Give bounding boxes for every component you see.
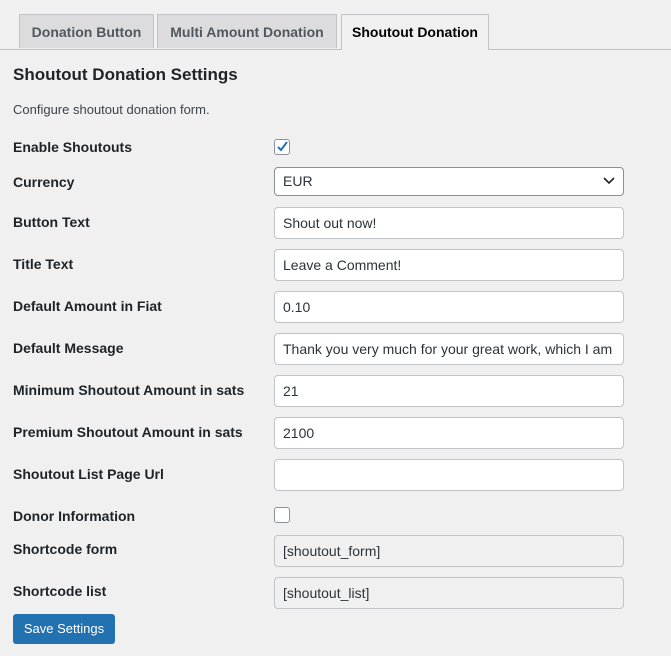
currency-value: EUR: [283, 173, 313, 189]
premium-amount-input[interactable]: 2100: [274, 417, 624, 449]
shortcode-list-label: Shortcode list: [13, 583, 107, 599]
enable-shoutouts-label: Enable Shoutouts: [13, 139, 132, 155]
list-page-url-input[interactable]: [274, 459, 624, 491]
default-message-label: Default Message: [13, 340, 124, 356]
default-amount-input[interactable]: 0.10: [274, 291, 624, 323]
min-amount-label: Minimum Shoutout Amount in sats: [13, 382, 245, 398]
premium-amount-label: Premium Shoutout Amount in sats: [13, 424, 243, 440]
currency-select[interactable]: EUR: [274, 167, 624, 196]
tab-shoutout-donation[interactable]: Shoutout Donation: [341, 14, 489, 50]
donor-info-label: Donor Information: [13, 508, 136, 524]
min-amount-input[interactable]: 21: [274, 375, 624, 407]
save-settings-button[interactable]: Save Settings: [13, 614, 115, 644]
currency-label: Currency: [13, 174, 75, 190]
checkmark-icon: [277, 141, 288, 152]
page-description: Configure shoutout donation form.: [13, 102, 210, 117]
page-title: Shoutout Donation Settings: [13, 65, 238, 84]
tab-bar: Donation Button Multi Amount Donation Sh…: [0, 0, 671, 50]
list-page-url-label: Shoutout List Page Url: [13, 466, 164, 482]
tab-multi-amount-donation[interactable]: Multi Amount Donation: [157, 14, 337, 48]
enable-shoutouts-checkbox[interactable]: [274, 139, 290, 155]
default-message-input[interactable]: Thank you very much for your great work,…: [274, 333, 624, 365]
button-text-label: Button Text: [13, 214, 90, 230]
shortcode-form-field[interactable]: [shoutout_form]: [274, 535, 624, 567]
shortcode-list-field[interactable]: [shoutout_list]: [274, 577, 624, 609]
chevron-down-icon: [603, 177, 615, 185]
donor-info-checkbox[interactable]: [274, 507, 290, 523]
button-text-input[interactable]: Shout out now!: [274, 207, 624, 239]
tab-donation-button[interactable]: Donation Button: [19, 14, 154, 48]
title-text-input[interactable]: Leave a Comment!: [274, 249, 624, 281]
default-amount-label: Default Amount in Fiat: [13, 298, 162, 314]
title-text-label: Title Text: [13, 256, 74, 272]
shortcode-form-label: Shortcode form: [13, 541, 118, 557]
